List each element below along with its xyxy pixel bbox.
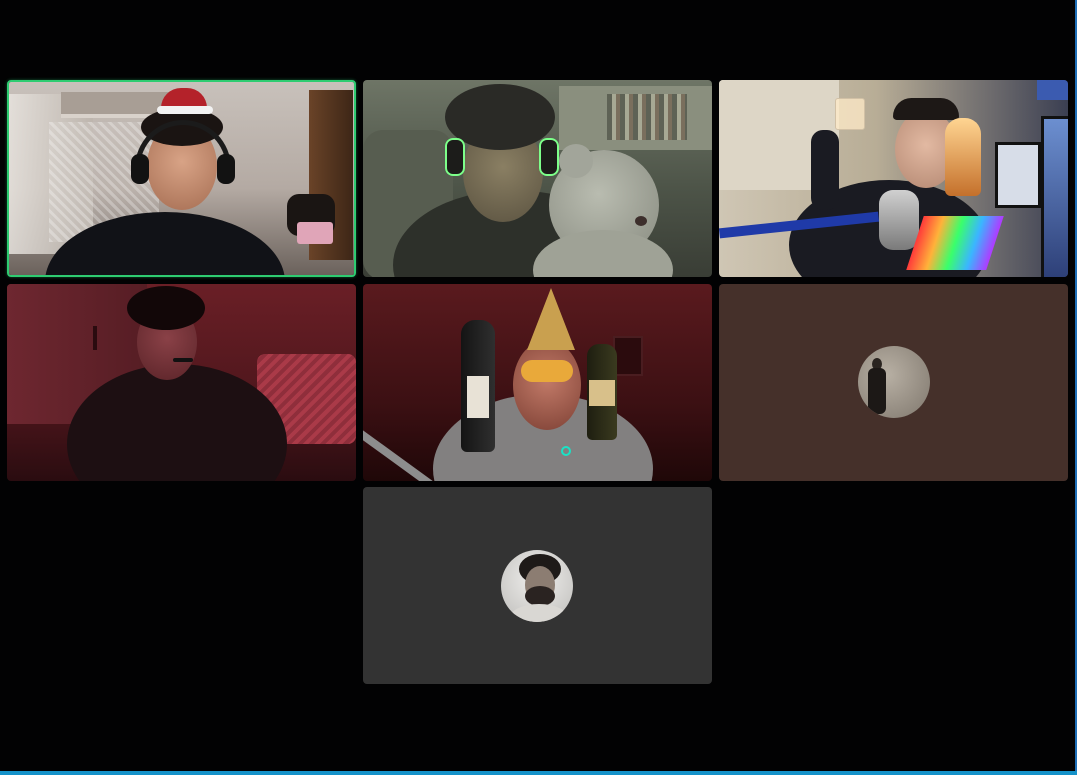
whisky-bottle bbox=[945, 118, 981, 196]
participant-tile-4[interactable] bbox=[7, 284, 356, 481]
participant-tile-6[interactable] bbox=[719, 284, 1068, 481]
participant-video bbox=[9, 82, 354, 275]
avatar bbox=[501, 550, 573, 622]
beer-label bbox=[589, 380, 615, 406]
pink-item bbox=[297, 222, 333, 244]
party-mask bbox=[521, 360, 573, 382]
avatar-person-beard bbox=[525, 586, 555, 606]
headset-left-cup bbox=[131, 154, 149, 184]
santa-hat-trim bbox=[157, 106, 213, 114]
avatar-person-shoulders bbox=[509, 604, 569, 622]
monitor-large bbox=[1041, 116, 1068, 277]
books bbox=[607, 94, 687, 140]
participant-video bbox=[7, 284, 356, 481]
person-hair bbox=[127, 286, 205, 330]
microphone bbox=[879, 190, 919, 250]
participant-tile-1[interactable] bbox=[7, 80, 356, 277]
participant-video bbox=[363, 284, 712, 481]
person-face bbox=[513, 340, 581, 430]
top-monitor bbox=[1037, 80, 1068, 100]
wall-frame bbox=[613, 336, 643, 376]
avatar bbox=[858, 346, 930, 418]
teddy-bear-nose bbox=[635, 216, 647, 226]
video-gallery bbox=[0, 0, 1077, 775]
teddy-bear-ear bbox=[559, 144, 593, 178]
participant-tile-2[interactable] bbox=[363, 80, 712, 277]
headset-right-cup bbox=[539, 138, 559, 176]
whisky-glass bbox=[835, 98, 865, 130]
participant-tile-5[interactable] bbox=[363, 284, 712, 481]
party-hat bbox=[527, 288, 575, 350]
participant-video bbox=[363, 80, 712, 277]
headset-right-cup bbox=[217, 154, 235, 184]
taskbar-edge bbox=[0, 771, 1077, 775]
participant-tile-7[interactable] bbox=[363, 487, 712, 684]
person-hair bbox=[893, 98, 959, 120]
green-led bbox=[561, 446, 571, 456]
rgb-keyboard bbox=[906, 216, 1004, 270]
monitor-small bbox=[995, 142, 1041, 208]
headset-mic bbox=[173, 358, 193, 362]
raised-arm bbox=[811, 130, 839, 210]
headset-left-cup bbox=[445, 138, 465, 176]
wine-label bbox=[467, 376, 489, 418]
participant-tile-3[interactable] bbox=[719, 80, 1068, 277]
participant-video bbox=[719, 80, 1068, 277]
avatar-person-body bbox=[868, 368, 886, 414]
wardrobe-handle bbox=[93, 326, 97, 350]
